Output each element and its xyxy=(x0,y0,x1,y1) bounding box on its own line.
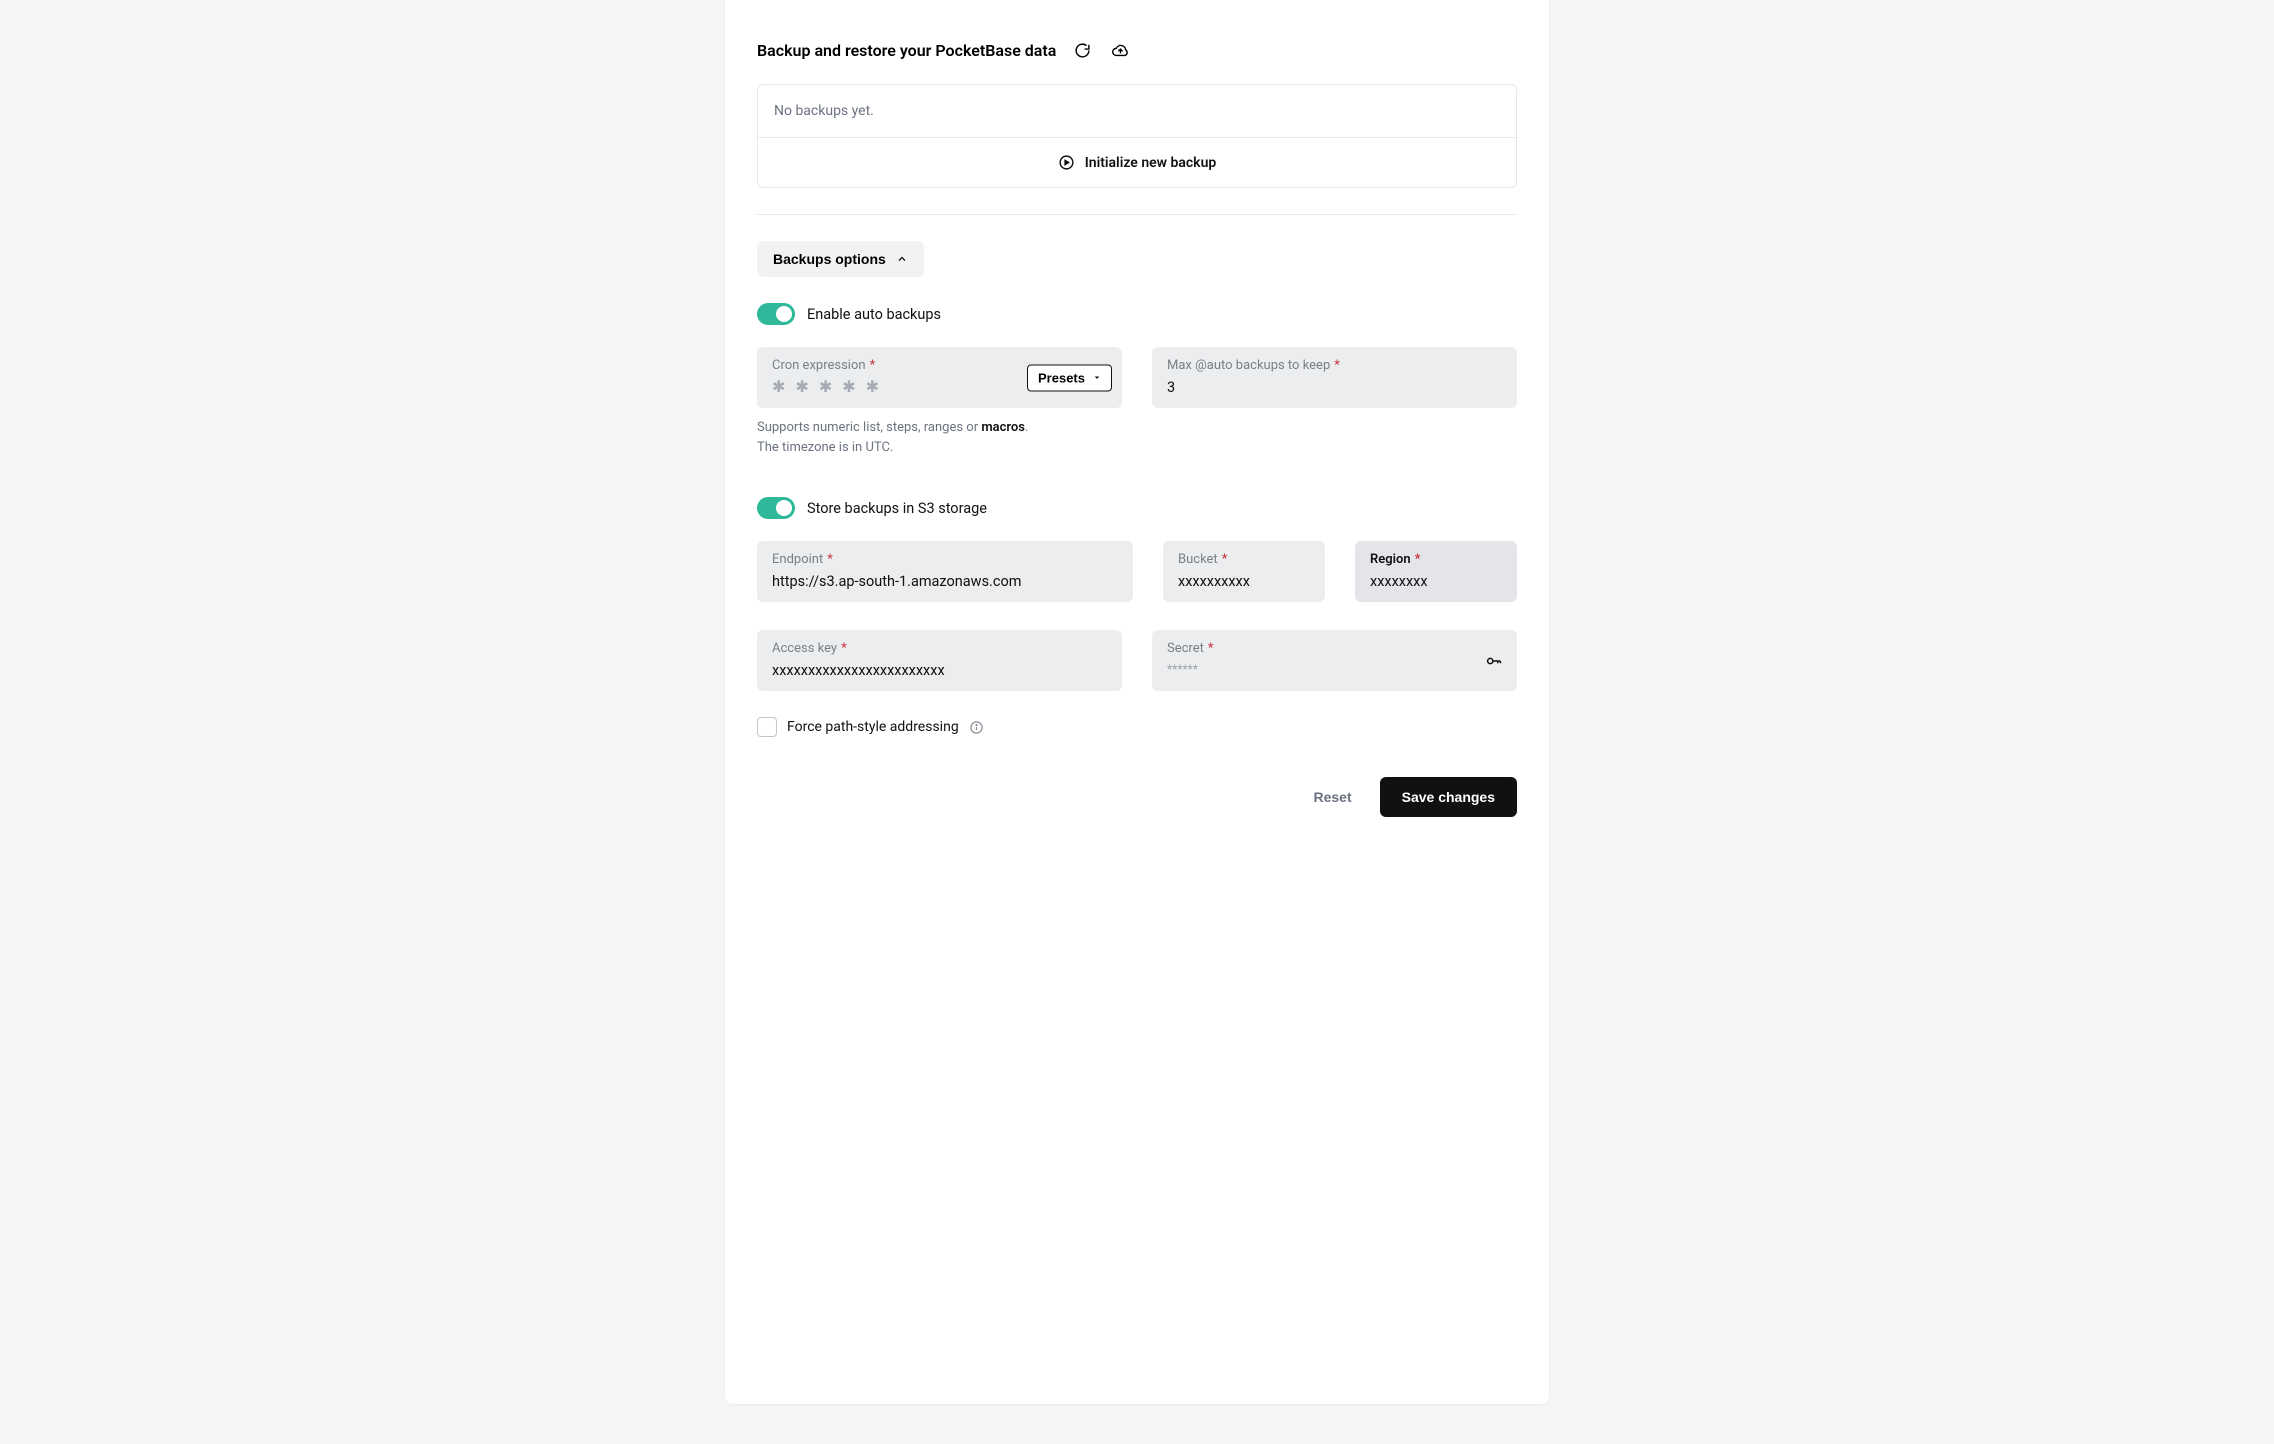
bucket-field[interactable]: Bucket * xyxy=(1163,541,1325,602)
caret-down-icon xyxy=(1093,374,1101,382)
settings-panel: Backup and restore your PocketBase data … xyxy=(725,0,1549,1404)
initialize-backup-button[interactable]: Initialize new backup xyxy=(758,138,1516,187)
force-path-style-checkbox[interactable] xyxy=(757,717,777,737)
backups-options-toggle[interactable]: Backups options xyxy=(757,241,924,277)
refresh-icon[interactable] xyxy=(1070,38,1094,62)
force-path-style-label: Force path-style addressing xyxy=(787,719,959,735)
enable-auto-backups-label: Enable auto backups xyxy=(807,306,941,323)
access-key-field[interactable]: Access key * xyxy=(757,630,1122,691)
enable-auto-backups-toggle[interactable] xyxy=(757,303,795,325)
info-icon[interactable] xyxy=(969,720,984,735)
enable-s3-label: Store backups in S3 storage xyxy=(807,500,987,517)
play-circle-icon xyxy=(1058,154,1075,171)
cron-help-text: Supports numeric list, steps, ranges or … xyxy=(757,418,1517,457)
reset-button[interactable]: Reset xyxy=(1295,779,1369,815)
page-title: Backup and restore your PocketBase data xyxy=(757,41,1056,60)
backups-empty-message: No backups yet. xyxy=(758,85,1516,138)
enable-s3-toggle[interactable] xyxy=(757,497,795,519)
max-backups-field[interactable]: Max @auto backups to keep * xyxy=(1152,347,1517,408)
access-key-input[interactable] xyxy=(772,662,1107,679)
endpoint-input[interactable] xyxy=(772,573,1118,590)
divider xyxy=(757,214,1517,215)
secret-field[interactable]: Secret * xyxy=(1152,630,1517,691)
region-input[interactable] xyxy=(1370,573,1502,590)
cron-placeholder: ✱✱✱✱✱ xyxy=(772,377,1012,396)
upload-backup-icon[interactable] xyxy=(1108,38,1132,62)
save-button[interactable]: Save changes xyxy=(1380,777,1517,817)
cron-expression-field[interactable]: Cron expression * ✱✱✱✱✱ Presets xyxy=(757,347,1122,408)
backups-list: No backups yet. Initialize new backup xyxy=(757,84,1517,188)
cron-presets-button[interactable]: Presets xyxy=(1027,364,1112,391)
endpoint-field[interactable]: Endpoint * xyxy=(757,541,1133,602)
secret-input[interactable] xyxy=(1167,662,1502,676)
chevron-up-icon xyxy=(896,253,908,265)
max-backups-input[interactable] xyxy=(1167,379,1502,396)
bucket-input[interactable] xyxy=(1178,573,1310,590)
key-icon[interactable] xyxy=(1485,652,1503,670)
initialize-backup-label: Initialize new backup xyxy=(1085,155,1217,171)
region-field[interactable]: Region * xyxy=(1355,541,1517,602)
